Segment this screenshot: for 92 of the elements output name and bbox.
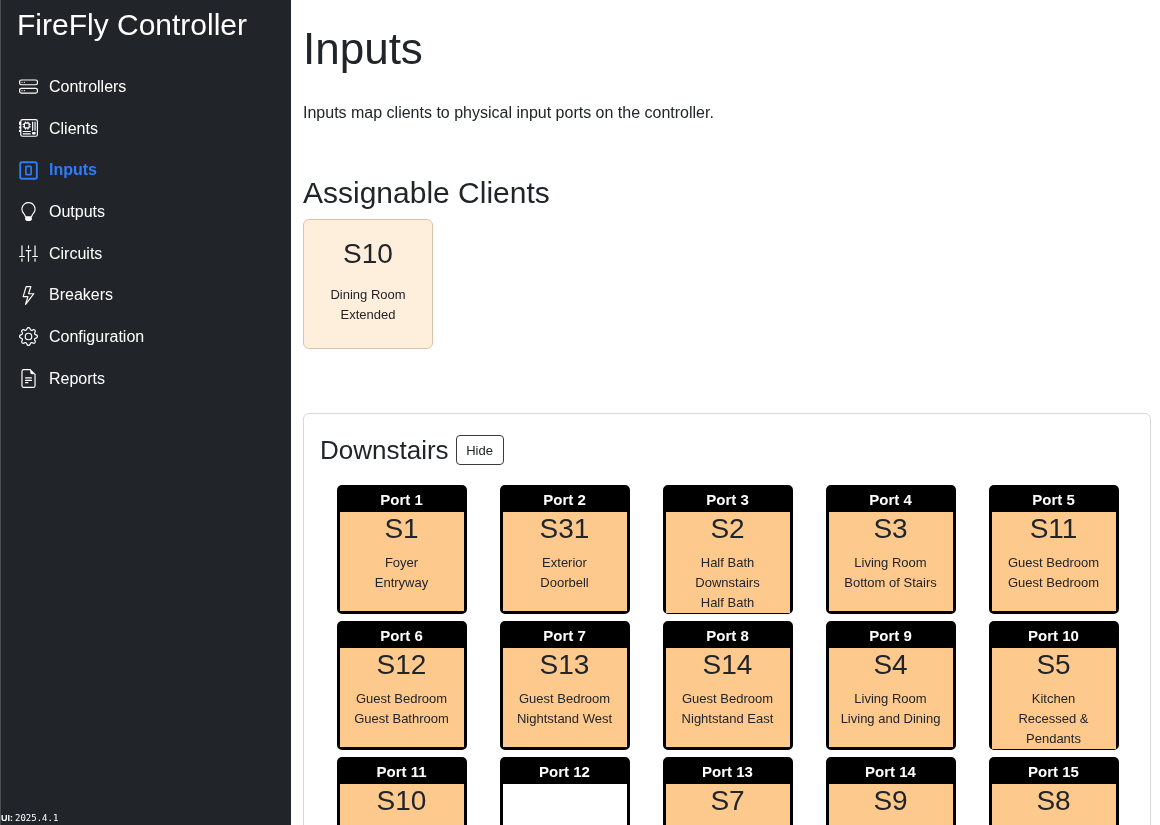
- port-card[interactable]: Port 11 S10: [336, 757, 467, 825]
- client-detail: Living and Dining: [840, 710, 941, 728]
- port-header: Port 4: [868, 490, 913, 510]
- port-header: Port 15: [1027, 762, 1080, 782]
- client-name: S3: [873, 512, 908, 546]
- client-detail: Doorbell: [540, 574, 589, 592]
- port-header: Port 14: [864, 762, 917, 782]
- client-name: S14: [702, 648, 753, 682]
- port-header: Port 8: [705, 626, 750, 646]
- version-number: 2025.4.1: [15, 813, 59, 823]
- client-detail: Kitchen: [1031, 690, 1076, 708]
- client-detail: Guest Bedroom: [518, 690, 610, 708]
- page-description: Inputs map clients to physical input ports on the controller.: [303, 103, 714, 123]
- port-card[interactable]: Port 6 S12 Guest Bedroom Guest Bathroom: [336, 621, 467, 750]
- client-detail: Living Room: [854, 690, 927, 708]
- client-detail: Half Bath: [700, 554, 755, 572]
- port-card[interactable]: Port 5 S11 Guest Bedroom Guest Bedroom: [988, 485, 1119, 614]
- nav-item[interactable]: Controllers: [1, 66, 291, 108]
- document-icon: [19, 369, 38, 389]
- port-card[interactable]: Port 10 S5 Kitchen Recessed & Pendants: [988, 621, 1119, 750]
- port-header: Port 7: [542, 626, 587, 646]
- client-detail: Guest Bathroom: [354, 710, 449, 728]
- circuit-board-icon: [19, 119, 38, 139]
- port-header: Port 11: [375, 762, 428, 782]
- port-header: Port 9: [868, 626, 913, 646]
- port-header: Port 1: [379, 490, 424, 510]
- port-card[interactable]: Port 15 S8: [988, 757, 1119, 825]
- client-name: S13: [539, 648, 590, 682]
- square-icon: [19, 160, 38, 180]
- client-name: S4: [873, 648, 908, 682]
- nav-item[interactable]: Clients: [1, 107, 291, 150]
- client-name: S5: [1036, 648, 1071, 682]
- nav-item[interactable]: Circuits: [1, 232, 291, 275]
- port-card[interactable]: Port 1 S1 Foyer Entryway: [336, 485, 467, 614]
- port-card[interactable]: Port 9 S4 Living Room Living and Dining: [825, 621, 956, 750]
- client-name: S9: [873, 784, 908, 818]
- client-detail: Nightstand West: [516, 710, 613, 728]
- group-title: Downstairs: [320, 434, 449, 466]
- port-card[interactable]: Port 8 S14 Guest Bedroom Nightstand East: [662, 621, 793, 750]
- version-label: UI:: [1, 813, 13, 823]
- page-title: Inputs: [303, 23, 424, 75]
- port-header: Port 12: [538, 762, 591, 782]
- client-detail: Extended: [340, 306, 396, 324]
- port-card[interactable]: Port 12: [499, 757, 630, 825]
- client-name: S11: [1029, 512, 1078, 546]
- port-card[interactable]: Port 3 S2 Half Bath Downstairs Half Bath: [662, 485, 793, 614]
- port-card[interactable]: Port 14 S9: [825, 757, 956, 825]
- nav-item[interactable]: Breakers: [1, 274, 291, 317]
- hide-button[interactable]: Hide: [455, 435, 504, 465]
- port-header: Port 10: [1027, 626, 1080, 646]
- nav-item[interactable]: Configuration: [1, 316, 291, 358]
- client-name: S12: [376, 648, 427, 682]
- client-name: S10: [343, 237, 393, 271]
- port-header: Port 6: [379, 626, 424, 646]
- port-header: Port 13: [701, 762, 754, 782]
- client-detail: Nightstand East: [681, 710, 774, 728]
- client-name: S2: [710, 512, 745, 546]
- client-detail: Half Bath: [700, 594, 755, 612]
- settings-icon: [19, 327, 38, 347]
- port-card[interactable]: Port 4 S3 Living Room Bottom of Stairs: [825, 485, 956, 614]
- client-detail: Guest Bedroom: [1007, 554, 1099, 572]
- client-detail: Downstairs: [695, 574, 760, 592]
- client-name: S10: [376, 784, 427, 818]
- client-detail: Guest Bedroom: [681, 690, 773, 708]
- nav-item[interactable]: Inputs: [1, 149, 291, 192]
- client-detail: Foyer: [384, 554, 419, 572]
- client-detail: Dining Room: [330, 286, 406, 304]
- client-detail: Entryway: [374, 574, 429, 592]
- server-icon: [19, 77, 38, 97]
- port-header: Port 3: [705, 490, 750, 510]
- port-card[interactable]: Port 13 S7: [662, 757, 793, 825]
- client-name: S7: [710, 784, 745, 818]
- port-card[interactable]: Port 2 S31 Exterior Doorbell: [499, 485, 630, 614]
- client-detail: Bottom of Stairs: [844, 574, 937, 592]
- app-title: FireFly Controller: [16, 7, 249, 43]
- client-card[interactable]: S10 Dining Room Extended: [303, 219, 433, 349]
- client-name: S1: [384, 512, 419, 546]
- client-detail: Guest Bedroom: [355, 690, 447, 708]
- client-name: S8: [1036, 784, 1071, 818]
- nav-item[interactable]: Outputs: [1, 191, 291, 233]
- lightbulb-icon: [19, 202, 38, 222]
- client-detail: Guest Bedroom: [1007, 574, 1099, 592]
- sliders-icon: [19, 244, 38, 264]
- client-detail: Living Room: [854, 554, 927, 572]
- port-card[interactable]: Port 7 S13 Guest Bedroom Nightstand West: [499, 621, 630, 750]
- client-detail: Exterior: [542, 554, 587, 572]
- client-detail: Recessed & Pendants: [1017, 710, 1090, 748]
- nav-item[interactable]: Reports: [1, 357, 291, 400]
- section-title: Assignable Clients: [303, 175, 550, 211]
- port-header: Port 5: [1031, 490, 1076, 510]
- client-name: S31: [539, 512, 590, 546]
- port-header: Port 2: [542, 490, 587, 510]
